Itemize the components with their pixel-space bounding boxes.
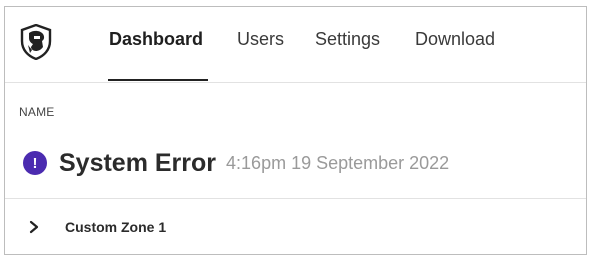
list-item-custom-zone[interactable]: Custom Zone 1 [5, 199, 586, 254]
shield-knight-logo-icon[interactable] [19, 24, 53, 60]
alert-section: NAME ! System Error 4:16pm 19 September … [5, 83, 586, 199]
alert-row[interactable]: ! System Error 4:16pm 19 September 2022 [23, 149, 449, 177]
active-tab-indicator [108, 79, 208, 81]
tab-dashboard[interactable]: Dashboard [109, 29, 203, 50]
column-header-name: NAME [19, 105, 55, 119]
tab-download[interactable]: Download [415, 29, 495, 50]
tab-users[interactable]: Users [237, 29, 284, 50]
alert-timestamp: 4:16pm 19 September 2022 [226, 152, 450, 173]
exclamation-icon: ! [23, 151, 47, 175]
app-window: Dashboard Users Settings Download NAME !… [4, 6, 587, 255]
alert-title: System Error [59, 148, 217, 177]
zone-label: Custom Zone 1 [65, 218, 167, 235]
chevron-right-icon[interactable] [27, 220, 41, 234]
top-navigation: Dashboard Users Settings Download [5, 7, 586, 83]
tab-settings[interactable]: Settings [315, 29, 380, 50]
